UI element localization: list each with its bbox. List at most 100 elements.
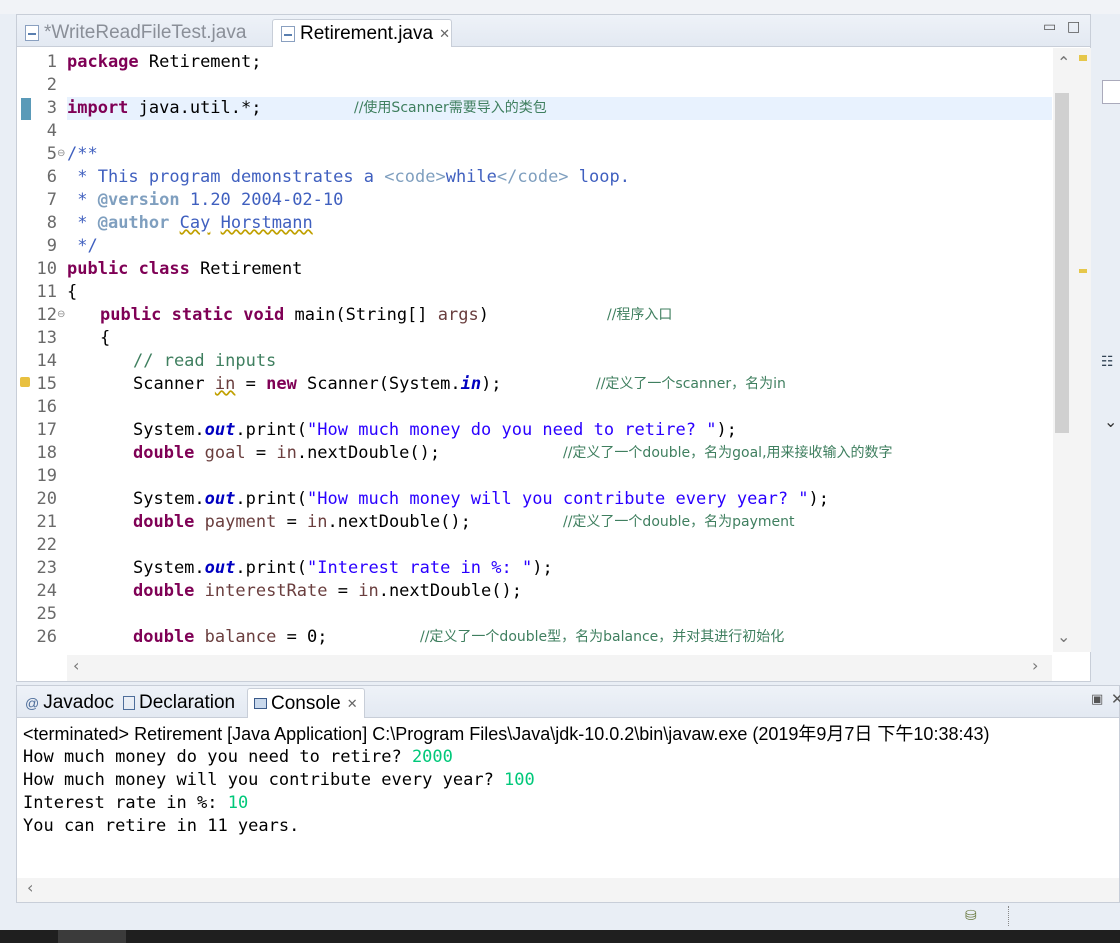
javadoc-line: */ <box>67 236 98 256</box>
tab-label: Retirement.java <box>300 22 434 44</box>
collapsed-view-icon[interactable] <box>1102 80 1120 104</box>
console-line: How much money will you contribute every… <box>23 769 535 792</box>
code-area[interactable]: package Retirement; import java.util.*; /… <box>67 48 1052 652</box>
code-text: = <box>245 443 277 463</box>
line-number: 18 <box>36 443 57 463</box>
code-text: Scanner(System. <box>296 374 461 394</box>
close-icon[interactable]: ✕ <box>1111 690 1120 708</box>
code-line: double balance = 0; //定义了一个double型，名为bala… <box>133 626 784 649</box>
console-view: @ Javadoc Declaration Console ✕ ▣ ✕ <ter… <box>16 685 1120 903</box>
tab-declaration[interactable]: Declaration <box>117 688 241 718</box>
console-line: How much money do you need to retire? 20… <box>23 746 453 769</box>
code-line: System.out.print("Interest rate in %: ")… <box>133 557 553 580</box>
javadoc-tag: @author <box>97 213 170 233</box>
comment: //定义了一个double型，名为balance，并对其进行初始化 <box>420 629 785 645</box>
console-input: 100 <box>504 770 535 790</box>
code-text: .print( <box>235 489 308 509</box>
scroll-down-icon[interactable]: ⌄ <box>1057 627 1070 646</box>
chevron-down-icon[interactable]: ⌄ <box>1104 412 1117 431</box>
javadoc-tag: </code> <box>496 167 569 187</box>
tab-writereadfiletest[interactable]: *WriteReadFileTest.java <box>17 19 267 47</box>
string-literal: "Interest rate in %: " <box>307 558 533 578</box>
top-strip <box>0 0 1120 14</box>
keyword: import <box>67 98 129 118</box>
scroll-left-icon[interactable]: ‹ <box>27 878 33 897</box>
variable: in <box>307 512 328 532</box>
code-line-current: import java.util.*; //使用Scanner需要导入的类包 <box>67 97 1052 120</box>
keyword: new <box>266 374 297 394</box>
line-number: 11 <box>36 282 57 302</box>
maximize-icon[interactable]: □ <box>1067 19 1080 35</box>
outline-icon[interactable]: ☷ <box>1101 354 1114 370</box>
comment: //程序入口 <box>607 307 673 323</box>
overview-marker[interactable] <box>1079 269 1087 273</box>
code-line: System.out.print("How much money do you … <box>133 419 737 442</box>
static-field: in <box>460 374 482 394</box>
code-text: ); <box>716 420 737 440</box>
horizontal-scrollbar[interactable] <box>67 655 1052 681</box>
javadoc-text: * <box>67 213 98 233</box>
line-number: 2 <box>46 75 57 95</box>
console-output: How much money will you contribute every… <box>23 770 505 790</box>
fold-toggle-icon[interactable]: ⊖ <box>57 148 65 159</box>
code-text: .nextDouble(); <box>378 581 522 601</box>
taskbar-button[interactable] <box>58 930 126 943</box>
status-icon[interactable]: ⛁ <box>965 908 977 924</box>
code-line: double payment = in.nextDouble(); //定义了一个… <box>133 511 795 534</box>
code-text: .nextDouble(); <box>296 443 441 463</box>
line-number: 24 <box>36 581 57 601</box>
string-literal: "How much money do you need to retire? " <box>307 420 717 440</box>
minimize-icon[interactable]: ▭ <box>1043 19 1056 35</box>
console-output: Interest rate in %: <box>23 793 228 813</box>
static-field: out <box>204 558 236 578</box>
javadoc-text <box>210 213 220 233</box>
code-text: .nextDouble(); <box>327 512 471 532</box>
view-menu-icon[interactable]: ▣ <box>1091 692 1103 707</box>
line-number: 6 <box>46 167 57 187</box>
javadoc-text: Horstmann <box>220 213 313 233</box>
line-number: 14 <box>36 351 57 371</box>
console-horizontal-scrollbar[interactable]: ‹ <box>17 878 1119 902</box>
scroll-up-icon[interactable]: ⌃ <box>1057 53 1070 72</box>
line-number-ruler: 1 2 3 4 5 6 7 8 9 10 11 12 13 14 15 16 1… <box>17 48 67 652</box>
console-output: You can retire in 11 years. <box>23 816 300 836</box>
fold-toggle-icon[interactable]: ⊖ <box>57 309 65 320</box>
overview-marker[interactable] <box>1079 55 1087 61</box>
tab-console[interactable]: Console ✕ <box>247 688 365 718</box>
tab-label: Declaration <box>139 692 236 713</box>
code-line: public class Retirement <box>67 258 302 281</box>
tab-javadoc[interactable]: @ Javadoc <box>19 688 120 718</box>
code-line: System.out.print("How much money will yo… <box>133 488 829 511</box>
comment-line: // read inputs <box>133 351 277 371</box>
keyword: double <box>133 443 195 463</box>
javadoc-text: while <box>445 167 497 187</box>
close-icon[interactable]: ✕ <box>347 696 358 712</box>
static-field: out <box>204 489 236 509</box>
javadoc-tag: <code> <box>384 167 446 187</box>
static-field: out <box>204 420 236 440</box>
javadoc-line: * @author Cay Horstmann <box>67 212 313 235</box>
console-line: Interest rate in %: 10 <box>23 792 248 815</box>
line-number: 7 <box>46 190 57 210</box>
console-input: 2000 <box>411 747 453 767</box>
code-text: java.util.*; <box>128 98 262 118</box>
javadoc-text: * <box>67 190 98 210</box>
code-line: public static void main(String[] args) //… <box>100 304 672 327</box>
code-text: main(String[] <box>284 305 438 325</box>
scroll-left-icon[interactable]: ‹ <box>73 656 79 675</box>
line-number: 10 <box>36 259 57 279</box>
comment: //使用Scanner需要导入的类包 <box>354 100 547 116</box>
code-text: Retirement <box>189 259 303 279</box>
line-number: 20 <box>36 489 57 509</box>
javadoc-line: * This program demonstrates a <code>whil… <box>67 166 630 189</box>
keyword: public static void <box>100 305 285 325</box>
code-text: ) <box>478 305 489 325</box>
close-icon[interactable]: ✕ <box>439 26 450 42</box>
scroll-right-icon[interactable]: › <box>1032 656 1038 675</box>
code-text: = 0; <box>276 627 328 647</box>
code-line: package Retirement; <box>67 51 261 74</box>
code-text: = <box>327 581 359 601</box>
scrollbar-thumb[interactable] <box>1055 93 1069 433</box>
tab-retirement[interactable]: Retirement.java ✕ <box>272 19 452 47</box>
code-text: .print( <box>235 558 308 578</box>
